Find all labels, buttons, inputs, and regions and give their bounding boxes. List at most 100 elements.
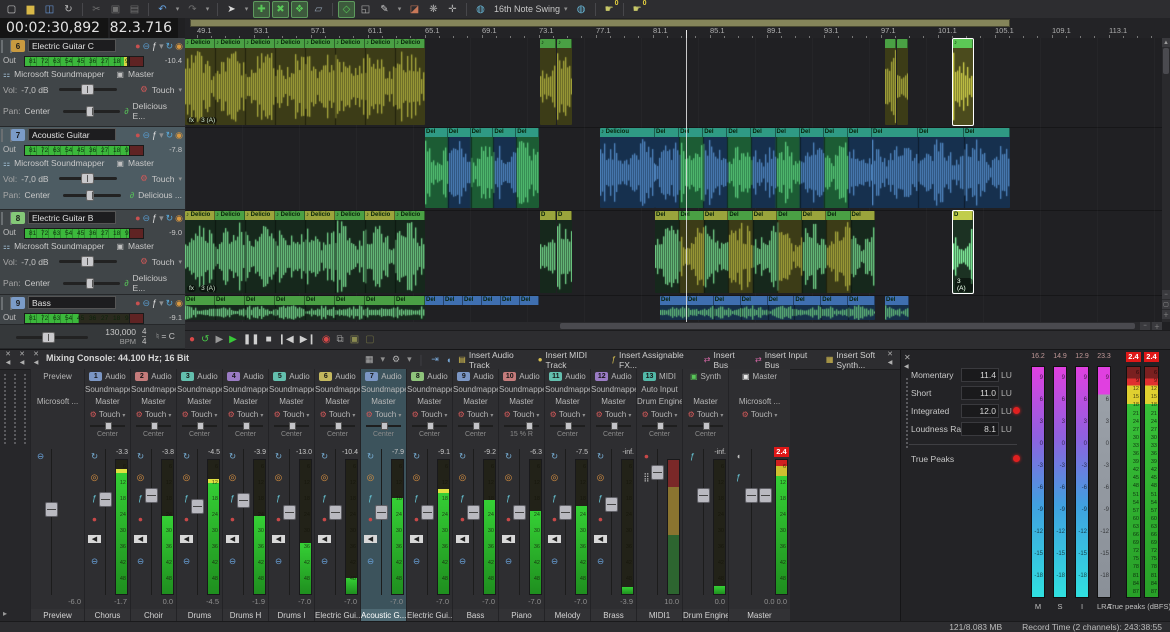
mute-icon[interactable]: ⊖ bbox=[456, 556, 469, 567]
output-device[interactable]: Microsoft Soundmapper bbox=[14, 241, 104, 251]
paste-icon[interactable]: ▤ bbox=[126, 1, 143, 18]
mute-icon[interactable]: ⊖ bbox=[88, 556, 101, 567]
pan-slider-handle[interactable] bbox=[565, 422, 572, 430]
fx-icon[interactable]: ƒ bbox=[732, 472, 745, 482]
mute-icon[interactable]: ⊖ bbox=[272, 556, 285, 567]
gain-icon[interactable]: ◎ bbox=[410, 472, 423, 483]
mixer-strip[interactable]: 10AudioSoundmapperMaster⚙ Touch ▾15 % R↻… bbox=[498, 369, 544, 622]
mixer-strip[interactable]: 11AudioSoundmapperMaster⚙ Touch ▾Center↻… bbox=[544, 369, 590, 622]
automation-mode[interactable]: Touch bbox=[419, 410, 445, 419]
mixer-strip[interactable]: 9AudioSoundmapperMaster⚙ Touch ▾Center↻◎… bbox=[452, 369, 498, 622]
chevron-down-icon[interactable]: ▾ bbox=[490, 413, 493, 419]
chevron-down-icon[interactable]: ▾ bbox=[306, 413, 309, 419]
phase-icon[interactable]: ↻ bbox=[226, 451, 239, 462]
fx-icon[interactable]: ƒ bbox=[548, 493, 561, 503]
chevron-down-icon[interactable]: ▾ bbox=[444, 413, 447, 419]
fader-handle[interactable] bbox=[651, 465, 664, 480]
clip-indicator[interactable]: 2.4 bbox=[774, 447, 789, 457]
pencil-dropdown-icon[interactable]: ▾ bbox=[395, 1, 404, 18]
gear-icon[interactable]: ⚙ bbox=[504, 410, 511, 419]
gear-icon[interactable]: ⚙ bbox=[366, 410, 373, 419]
mixer-strip[interactable]: 7AudioSoundmapperMaster⚙ Touch ▾Center↻◎… bbox=[360, 369, 406, 622]
groove-preset-select[interactable]: 16th Note Swing▾ bbox=[490, 2, 572, 17]
over-indicator-led[interactable] bbox=[1013, 407, 1020, 414]
track-lane[interactable]: DelDelDelDelDelDelDelDelDelDelDelDelDelD… bbox=[185, 295, 1162, 323]
pan-slider[interactable] bbox=[550, 425, 585, 427]
playhead-ruler-marker[interactable] bbox=[686, 30, 687, 38]
event-list-button[interactable]: ▢ bbox=[365, 332, 374, 348]
beat-display[interactable]: 82.3.716 bbox=[110, 18, 178, 38]
audio-clip[interactable]: ♪ bbox=[953, 39, 973, 125]
strip-type[interactable]: Synth bbox=[701, 372, 721, 381]
track-name[interactable]: Electric Guitar B bbox=[28, 211, 116, 224]
strip-output-device[interactable]: Soundmapper bbox=[177, 385, 222, 394]
audio-clip[interactable] bbox=[897, 39, 908, 125]
mute-icon[interactable]: ⊖ bbox=[548, 556, 561, 567]
mute-icon[interactable]: ⊖ bbox=[594, 556, 607, 567]
insert-bus-button[interactable]: ⇄Insert Bus bbox=[704, 350, 748, 370]
fader-handle[interactable] bbox=[283, 505, 296, 520]
strip-output-bus[interactable]: Master bbox=[545, 397, 590, 406]
vertical-scrollbar[interactable]: ▲−▢＋ bbox=[1162, 38, 1170, 322]
clip-take-badge[interactable]: 3 (A) bbox=[955, 278, 973, 292]
mute-icon[interactable]: ⊖ bbox=[143, 296, 151, 310]
automation-mode[interactable]: Touch bbox=[603, 410, 629, 419]
track-name[interactable]: Electric Guitar C bbox=[28, 39, 116, 52]
time-signature[interactable]: 44 bbox=[142, 327, 146, 346]
pan-slider[interactable] bbox=[596, 425, 631, 427]
strip-output-device[interactable]: Soundmapper bbox=[499, 385, 544, 394]
gear-icon[interactable]: ⚙ bbox=[688, 410, 695, 419]
record-arm-icon[interactable]: ● bbox=[135, 128, 140, 142]
render-icon[interactable]: ↻ bbox=[60, 1, 77, 18]
mute-icon[interactable]: ⊖ bbox=[143, 128, 151, 142]
undo-dropdown-icon[interactable]: ▾ bbox=[173, 1, 182, 18]
mute-icon[interactable]: ⊖ bbox=[143, 211, 151, 225]
expand-icon[interactable]: ▸ bbox=[3, 609, 7, 618]
strip-output-bus[interactable]: Microsoft ... bbox=[31, 397, 84, 406]
audio-clip[interactable]: DelDelDelDelDelDelDelDel bbox=[185, 296, 425, 320]
fader-handle[interactable] bbox=[697, 488, 710, 503]
strip-type[interactable]: Audio bbox=[197, 372, 217, 381]
gear-icon[interactable]: ⚙ bbox=[140, 256, 148, 267]
gear-icon[interactable]: ⚙ bbox=[412, 410, 419, 419]
strip-output-device[interactable]: Soundmapper bbox=[85, 385, 130, 394]
zoom-fit-button[interactable]: ▢ bbox=[1162, 300, 1170, 309]
strip-type[interactable]: Audio bbox=[105, 372, 125, 381]
strip-type[interactable]: Master bbox=[753, 372, 777, 381]
track-lane[interactable]: ♪ Delicio♪ Delicio♪ Delicio♪ Delicio♪ De… bbox=[185, 38, 1162, 128]
fx-icon[interactable]: ƒ bbox=[410, 493, 423, 503]
h-scroll-thumb[interactable] bbox=[560, 323, 1135, 329]
automation-mode[interactable]: Touch bbox=[152, 174, 175, 184]
pan-slider[interactable] bbox=[63, 110, 121, 113]
chevron-down-icon[interactable]: ▾ bbox=[178, 258, 182, 266]
input-icon[interactable]: ◀ bbox=[272, 535, 285, 543]
volume-slider[interactable] bbox=[59, 88, 117, 91]
fader-handle[interactable] bbox=[421, 505, 434, 520]
true-peak-value[interactable]: 2.4 bbox=[1126, 352, 1141, 362]
v-zoom-button[interactable]: ＋ bbox=[1162, 310, 1170, 319]
strip-output-device[interactable]: Soundmapper bbox=[453, 385, 498, 394]
clip-take-badge[interactable]: 3 (A) bbox=[199, 117, 217, 124]
chevron-down-icon[interactable]: ▾ bbox=[582, 413, 585, 419]
collapse-icon[interactable]: ◀ bbox=[30, 359, 42, 367]
record-options-button[interactable]: ◉ bbox=[322, 332, 331, 348]
zoom-in-button[interactable]: ＋ bbox=[1152, 322, 1162, 330]
new-file-icon[interactable]: ▢ bbox=[3, 1, 20, 18]
fader-handle[interactable] bbox=[237, 493, 250, 508]
strip-output-bus[interactable]: Master bbox=[269, 397, 314, 406]
time-display[interactable]: 00:02:30,892 bbox=[0, 18, 108, 38]
plugin-name[interactable]: Delicious ... bbox=[138, 190, 182, 200]
pan-slider-handle[interactable] bbox=[703, 422, 710, 430]
scroll-up-button[interactable]: ▲ bbox=[1162, 38, 1170, 47]
pan-slider[interactable] bbox=[182, 425, 217, 427]
strip-output-device[interactable]: Auto Input bbox=[637, 385, 682, 394]
go-to-end-button[interactable]: ▶❙ bbox=[300, 332, 316, 348]
mixdown-button[interactable]: ⧉ bbox=[337, 332, 344, 348]
track-fx-icon[interactable]: ƒ bbox=[152, 296, 157, 310]
strip-output-bus[interactable]: Master bbox=[85, 397, 130, 406]
fader-handle[interactable] bbox=[99, 492, 112, 507]
close-icon[interactable]: ✕ bbox=[904, 353, 911, 362]
fader-handle[interactable] bbox=[467, 505, 480, 520]
audio-clip[interactable]: D bbox=[540, 211, 556, 293]
gain-icon[interactable]: ◎ bbox=[364, 472, 377, 483]
